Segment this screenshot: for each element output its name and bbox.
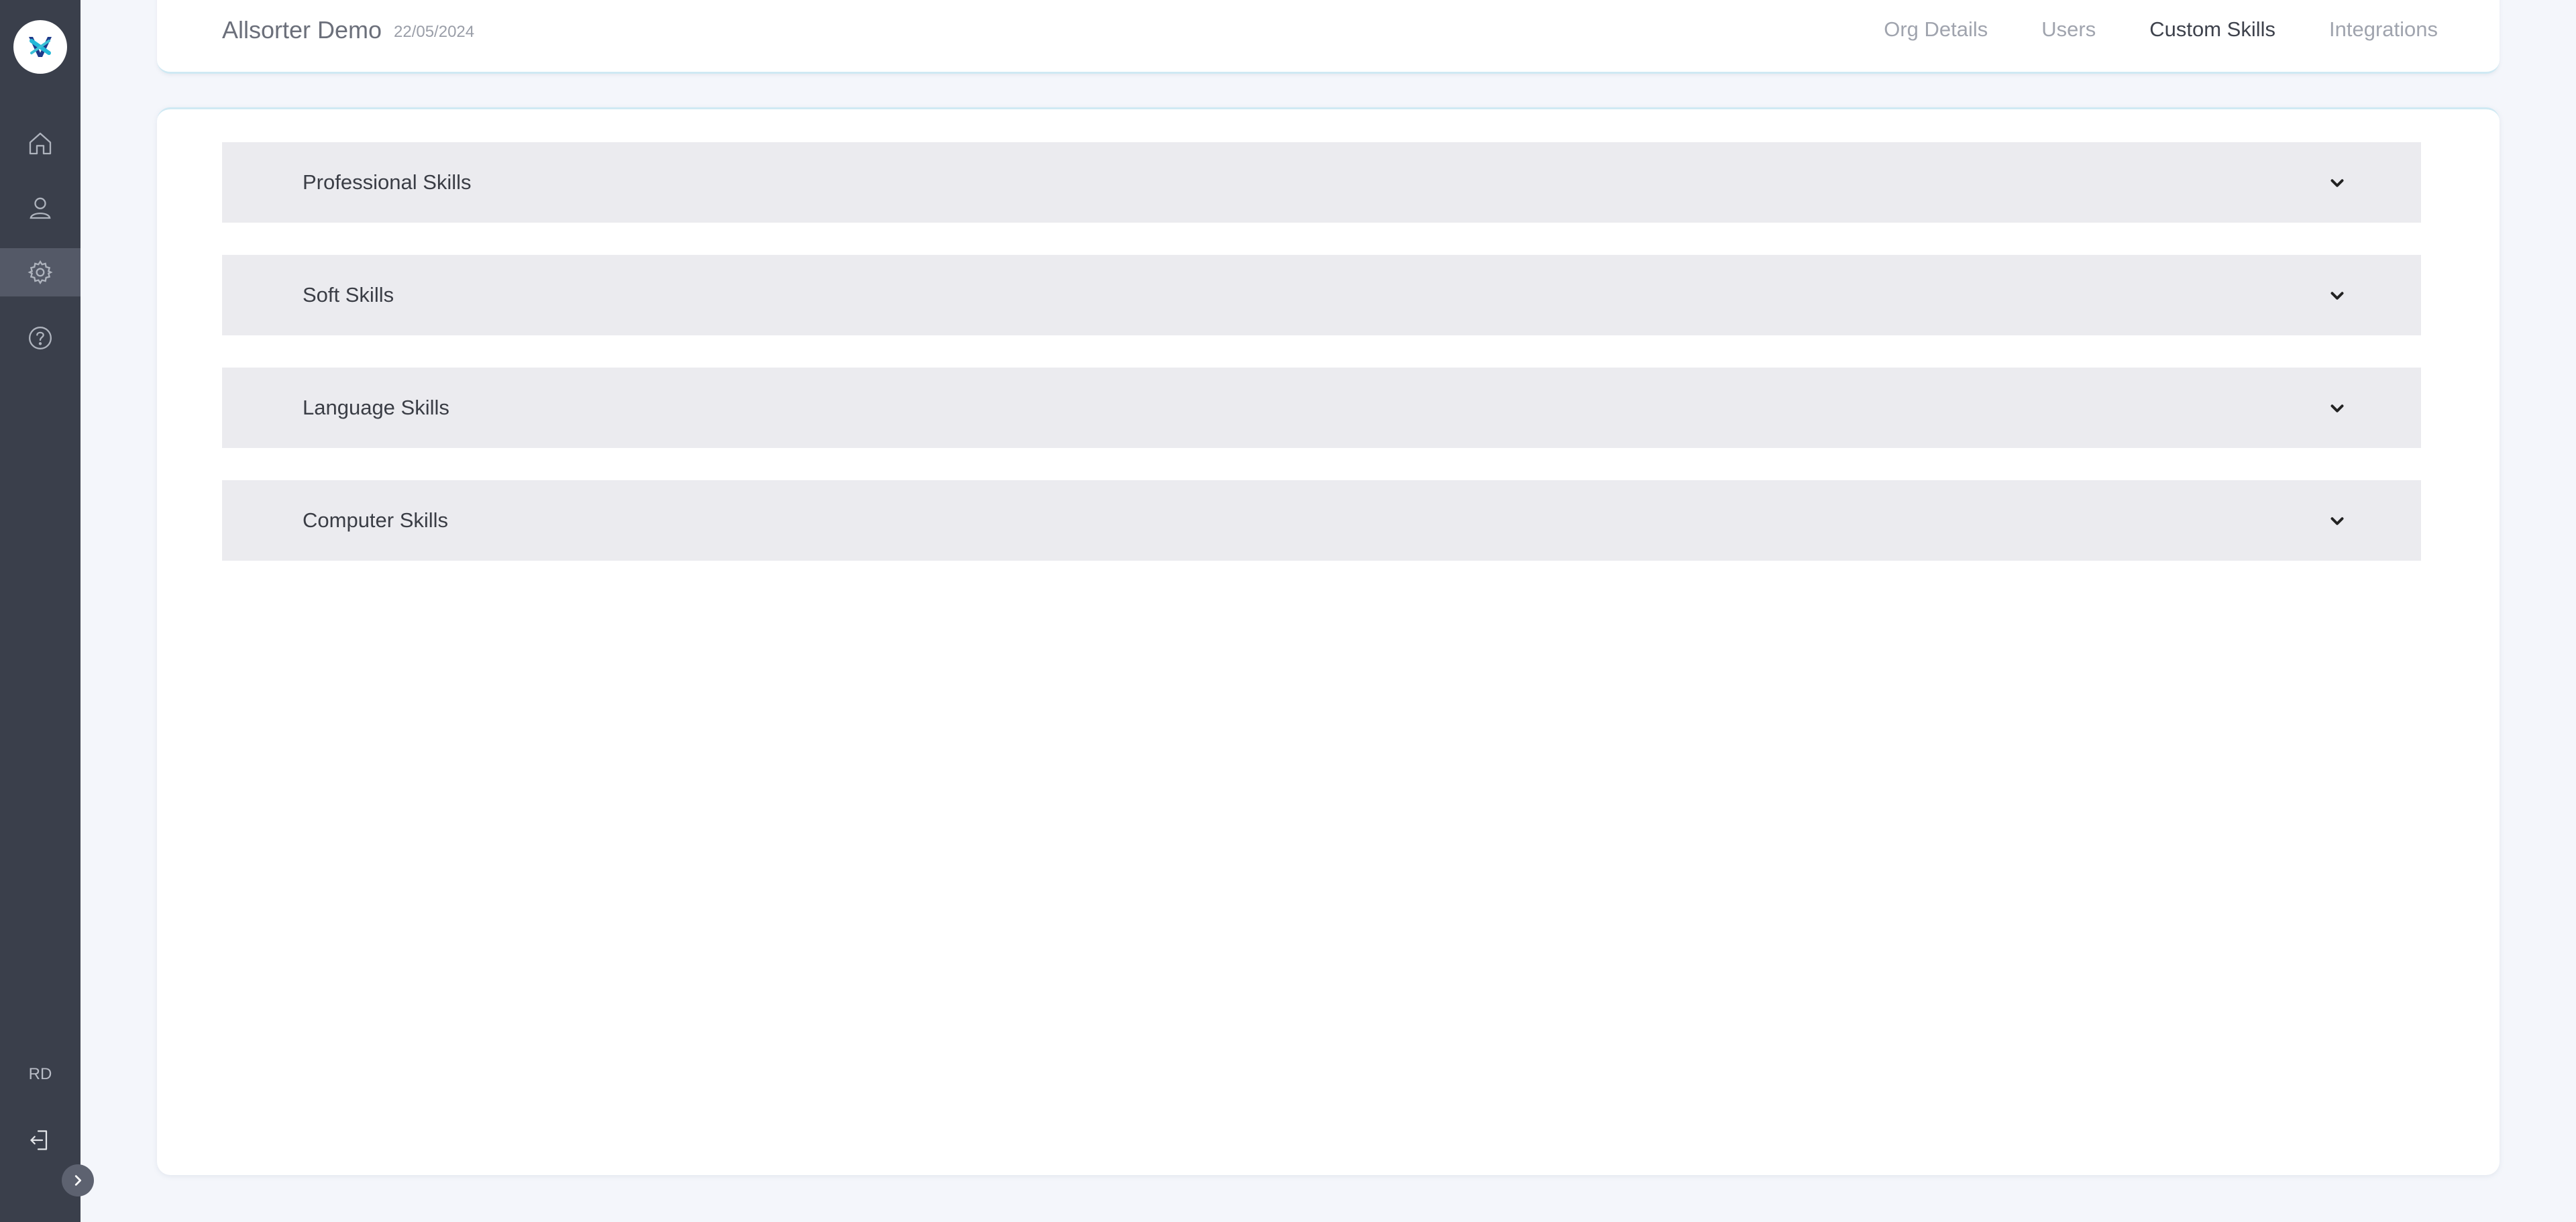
tab-custom-skills[interactable]: Custom Skills: [2149, 17, 2275, 42]
accordion-label: Soft Skills: [303, 283, 394, 307]
chevron-down-icon: [2330, 292, 2344, 300]
accordion-label: Language Skills: [303, 396, 449, 419]
header-bar: Allsorter Demo 22/05/2024 Org Details Us…: [157, 0, 2500, 74]
accordion-computer-skills[interactable]: Computer Skills: [222, 480, 2421, 561]
custom-skills-panel: Professional Skills Soft Skills Language…: [157, 107, 2500, 1175]
logout-button[interactable]: [27, 1127, 54, 1154]
accordion-professional-skills[interactable]: Professional Skills: [222, 142, 2421, 223]
org-name: Allsorter Demo: [222, 16, 382, 44]
help-icon: [29, 327, 52, 349]
sidebar: RD: [0, 0, 80, 1222]
logo-mark: [29, 37, 52, 57]
settings-tabs: Org Details Users Custom Skills Integrat…: [1884, 17, 2438, 42]
sidebar-item-profile[interactable]: [0, 184, 80, 232]
chevron-right-icon: [74, 1175, 82, 1186]
tab-users[interactable]: Users: [2041, 17, 2096, 42]
accordion-language-skills[interactable]: Language Skills: [222, 368, 2421, 448]
brand-logo-icon[interactable]: [13, 20, 67, 74]
sidebar-item-settings[interactable]: [0, 248, 80, 296]
chevron-down-icon: [2330, 179, 2344, 187]
org-date: 22/05/2024: [394, 23, 475, 41]
tab-integrations[interactable]: Integrations: [2329, 17, 2438, 42]
chevron-down-icon: [2330, 404, 2344, 412]
tab-org-details[interactable]: Org Details: [1884, 17, 1988, 42]
user-icon: [30, 197, 51, 219]
chevron-down-icon: [2330, 517, 2344, 525]
accordion-soft-skills[interactable]: Soft Skills: [222, 255, 2421, 335]
gear-icon: [28, 260, 53, 284]
home-icon: [29, 132, 52, 155]
sidebar-expand-button[interactable]: [62, 1164, 94, 1197]
sidebar-item-help[interactable]: [0, 314, 80, 362]
accordion-label: Computer Skills: [303, 508, 449, 532]
sidebar-item-home[interactable]: [0, 119, 80, 168]
user-initials[interactable]: RD: [0, 1061, 80, 1088]
logout-icon: [30, 1130, 48, 1150]
accordion-label: Professional Skills: [303, 170, 472, 194]
